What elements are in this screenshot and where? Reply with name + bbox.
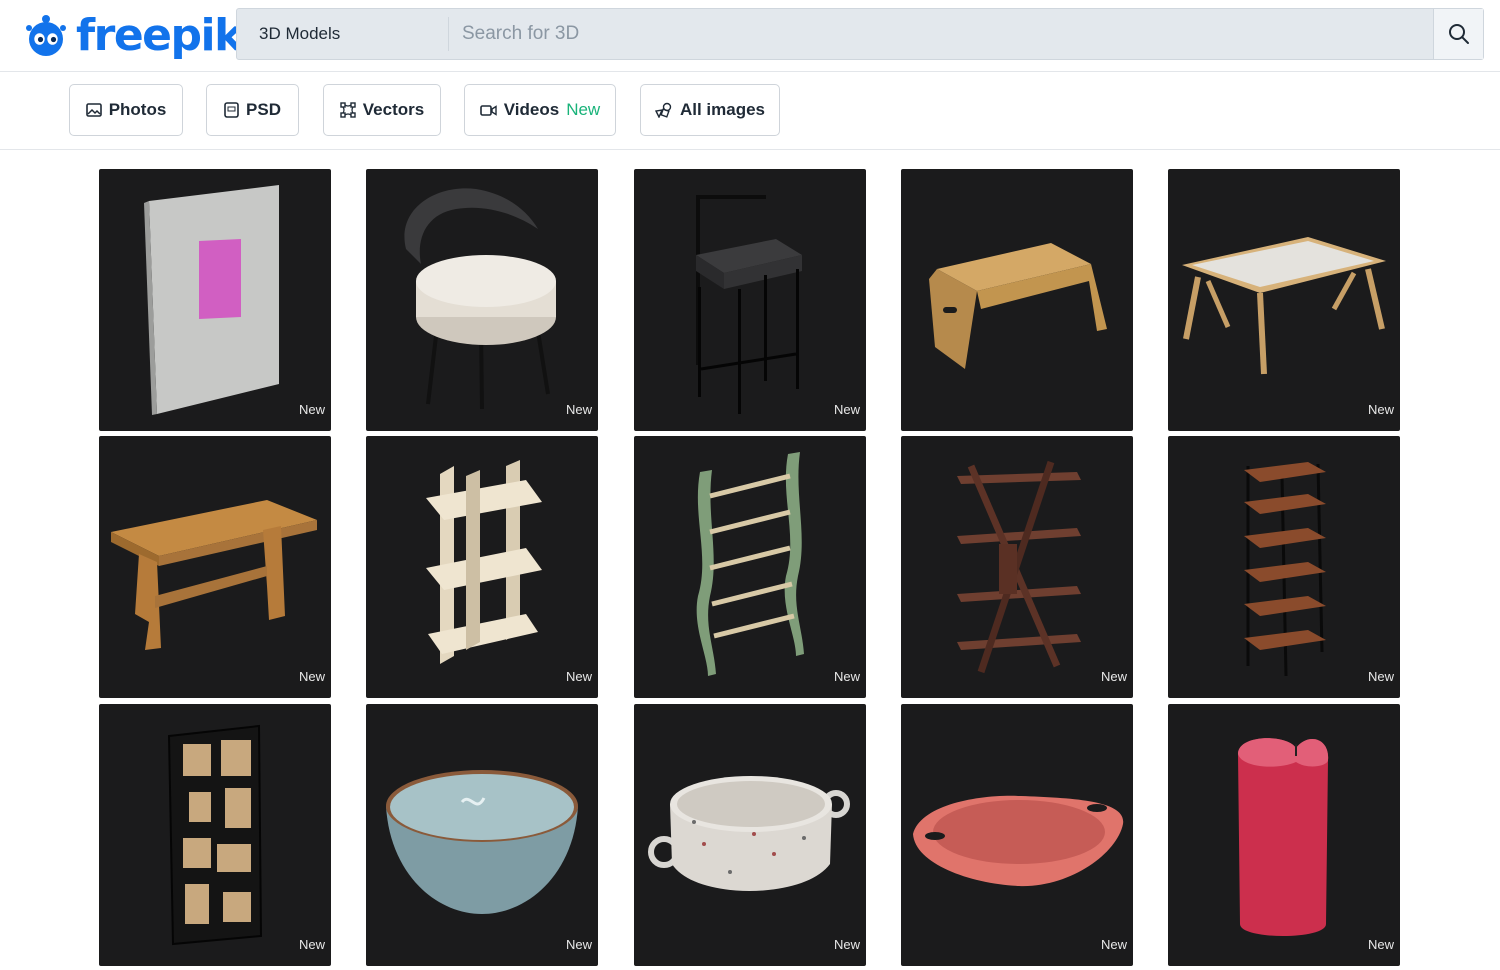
filter-all-images[interactable]: All images (640, 84, 780, 136)
filter-label: All images (679, 100, 766, 119)
model-card-green-ladder-shelf[interactable]: New (634, 436, 866, 698)
new-badge: New (1367, 937, 1394, 952)
pink-tray-bowl-image (913, 795, 1124, 887)
video-icon (479, 104, 497, 116)
filter-label: Videos (503, 100, 560, 119)
model-card-plywood-shelf[interactable]: New (366, 436, 598, 698)
vector-icon (340, 102, 356, 118)
brand-name: freepik (76, 10, 243, 61)
new-badge: New (1100, 937, 1127, 952)
model-card-round-chair[interactable]: New (366, 169, 598, 431)
filter-videos[interactable]: Videos New (464, 84, 616, 136)
model-card-x-bookshelf[interactable]: New (901, 436, 1133, 698)
model-card-wooden-table[interactable]: New (99, 436, 331, 698)
shapes-icon (654, 102, 672, 118)
model-card-bed-tray-table[interactable]: New (1168, 169, 1400, 431)
wooden-bench-image (929, 243, 1107, 369)
filter-photos[interactable]: Photos (69, 84, 183, 136)
wooden-table-image (111, 500, 317, 650)
canvas-frame-image (144, 185, 279, 415)
bed-tray-table-image (1182, 237, 1386, 375)
filter-label: Photos (108, 100, 167, 119)
model-card-heart-candle[interactable]: New (1168, 704, 1400, 966)
terrazzo-pot-image (648, 776, 850, 891)
search-category-select[interactable]: 3D Models (237, 17, 449, 51)
psd-icon (224, 102, 239, 118)
new-badge: New (565, 669, 592, 684)
filter-vectors[interactable]: Vectors (323, 84, 441, 136)
new-badge: New (833, 402, 860, 417)
freepik-logo[interactable]: freepik (22, 8, 243, 64)
new-badge: New (833, 937, 860, 952)
filter-psd[interactable]: PSD (206, 84, 299, 136)
model-card-metal-wood-shelf[interactable]: New (1168, 436, 1400, 698)
new-badge: New (1367, 402, 1394, 417)
cube-bookcase-image (167, 724, 263, 946)
filter-label: Vectors (362, 100, 425, 119)
round-chair-image (404, 188, 556, 410)
photo-icon (85, 103, 102, 117)
new-badge: New (298, 937, 325, 952)
model-card-cube-bookcase[interactable]: New (99, 704, 331, 966)
freepik-logo-icon (26, 15, 66, 56)
filter-label: PSD (246, 100, 281, 119)
model-card-pink-tray-bowl[interactable]: New (901, 704, 1133, 966)
search-input[interactable] (449, 8, 1433, 60)
model-card-wooden-bench[interactable] (901, 169, 1133, 431)
new-badge: New (1100, 669, 1127, 684)
ceramic-bowl-image (386, 770, 578, 914)
new-badge: New (298, 669, 325, 684)
new-badge: New (565, 937, 592, 952)
search-button[interactable] (1433, 9, 1483, 59)
model-card-bar-stool[interactable]: New (634, 169, 866, 431)
new-tag: New (566, 100, 601, 119)
header: freepik 3D Models (0, 0, 1500, 72)
new-badge: New (1367, 669, 1394, 684)
bar-stool-image (696, 195, 802, 414)
model-card-terrazzo-pot[interactable]: New (634, 704, 866, 966)
plywood-shelf-image (426, 460, 542, 664)
heart-candle-image (1238, 738, 1329, 936)
metal-wood-shelf-image (1244, 462, 1326, 677)
x-bookshelf-image (957, 460, 1081, 674)
new-badge: New (565, 402, 592, 417)
asset-type-filters: Photos PSD Vectors Videos New All images (0, 72, 1500, 150)
green-ladder-shelf-image (696, 452, 804, 676)
model-card-ceramic-bowl[interactable]: New (366, 704, 598, 966)
new-badge: New (298, 402, 325, 417)
new-badge: New (833, 669, 860, 684)
search-icon (1448, 24, 1469, 44)
search-bar: 3D Models (236, 8, 1484, 60)
model-card-canvas-frame[interactable]: New (99, 169, 331, 431)
